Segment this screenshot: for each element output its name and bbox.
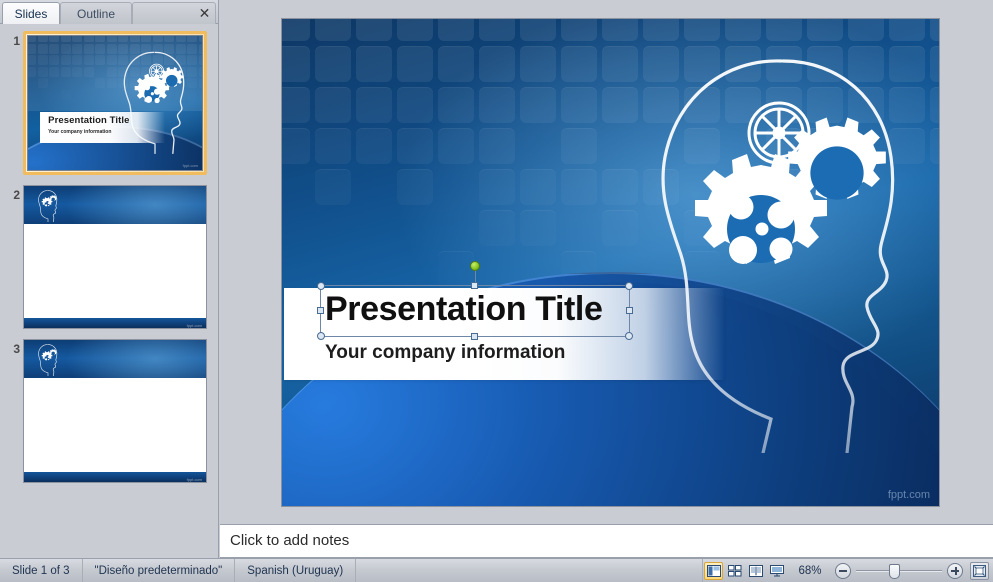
status-spacer xyxy=(356,559,703,582)
slide-thumbnail-1[interactable]: Presentation Title Your company informat… xyxy=(23,31,207,175)
zoom-slider-handle[interactable] xyxy=(889,564,900,579)
slide-show-view-button[interactable] xyxy=(767,562,786,580)
fit-to-window-button[interactable] xyxy=(970,562,989,580)
reading-view-icon xyxy=(749,565,763,577)
slide-editing-area: Presentation Title Your company informat… xyxy=(220,0,993,524)
thumb-subtitle: Your company information xyxy=(48,129,111,135)
slide-sorter-icon xyxy=(728,565,742,577)
brain-gears-head-icon xyxy=(30,342,66,376)
language-indicator[interactable]: Spanish (Uruguay) xyxy=(235,559,356,582)
title-placeholder-selection[interactable] xyxy=(320,285,630,337)
zoom-out-button[interactable] xyxy=(835,563,851,579)
resize-handle-bottom-center[interactable] xyxy=(471,333,478,340)
list-item[interactable]: 1 Presentation Title Your company inform… xyxy=(0,28,218,180)
thumb-title-band: Presentation Title Your company informat… xyxy=(40,112,165,143)
tab-slides[interactable]: Slides xyxy=(2,2,60,24)
resize-handle-middle-right[interactable] xyxy=(626,307,633,314)
powerpoint-window: Slides Outline ✕ 1 Presentation Title Yo… xyxy=(0,0,993,582)
notes-pane[interactable]: Click to add notes xyxy=(220,524,993,558)
tab-outline-label: Outline xyxy=(77,7,115,21)
pane-tabstrip: Slides Outline ✕ xyxy=(0,0,218,24)
theme-name[interactable]: "Diseño predeterminado" xyxy=(83,559,236,582)
thumb-header-band xyxy=(24,186,206,224)
tab-outline[interactable]: Outline xyxy=(60,2,132,24)
slide-thumbnail-list[interactable]: 1 Presentation Title Your company inform… xyxy=(0,24,218,558)
brain-gears-head-icon xyxy=(631,33,931,453)
thumb-watermark: fppt.com xyxy=(187,477,202,482)
list-item[interactable]: 2 fppt.com xyxy=(0,182,218,334)
resize-handle-middle-left[interactable] xyxy=(317,307,324,314)
slide-number: 3 xyxy=(6,342,20,356)
resize-handle-top-center[interactable] xyxy=(471,282,478,289)
rotate-handle[interactable] xyxy=(470,261,480,271)
slide-watermark: fppt.com xyxy=(888,489,930,501)
thumb-footer-band: fppt.com xyxy=(24,472,206,482)
slide-canvas[interactable]: Presentation Title Your company informat… xyxy=(281,18,940,507)
status-bar: Slide 1 of 3 "Diseño predeterminado" Spa… xyxy=(0,558,993,582)
status-right-group: 68% xyxy=(703,559,993,582)
resize-handle-top-left[interactable] xyxy=(317,282,325,290)
tab-slides-label: Slides xyxy=(15,7,48,21)
reading-view-button[interactable] xyxy=(746,562,765,580)
notes-placeholder[interactable]: Click to add notes xyxy=(230,532,349,549)
slides-outline-pane: Slides Outline ✕ 1 Presentation Title Yo… xyxy=(0,0,219,558)
zoom-level[interactable]: 68% xyxy=(790,565,830,577)
thumb-watermark: fppt.com xyxy=(187,323,202,328)
slide-thumbnail-3[interactable]: fppt.com xyxy=(23,339,207,483)
normal-view-button[interactable] xyxy=(704,562,723,580)
fit-window-icon xyxy=(973,565,986,577)
resize-handle-bottom-left[interactable] xyxy=(317,332,325,340)
thumb-footer-band: fppt.com xyxy=(24,318,206,328)
slide-counter[interactable]: Slide 1 of 3 xyxy=(0,559,83,582)
slide-show-icon xyxy=(770,565,784,577)
resize-handle-bottom-right[interactable] xyxy=(625,332,633,340)
thumb-watermark: fppt.com xyxy=(183,163,198,168)
thumb-title: Presentation Title xyxy=(48,115,129,126)
thumb-header-band xyxy=(24,340,206,378)
brain-gears-head-icon xyxy=(30,188,66,222)
slide-number: 2 xyxy=(6,188,20,202)
list-item[interactable]: 3 fppt.com xyxy=(0,336,218,488)
zoom-slider[interactable] xyxy=(856,563,942,579)
normal-view-icon xyxy=(707,565,721,577)
slide-sorter-view-button[interactable] xyxy=(725,562,744,580)
slide-number: 1 xyxy=(6,34,20,48)
zoom-in-button[interactable] xyxy=(947,563,963,579)
slide-subtitle[interactable]: Your company information xyxy=(325,342,565,364)
slide-thumbnail-2[interactable]: fppt.com xyxy=(23,185,207,329)
resize-handle-top-right[interactable] xyxy=(625,282,633,290)
close-icon[interactable]: ✕ xyxy=(196,4,213,21)
